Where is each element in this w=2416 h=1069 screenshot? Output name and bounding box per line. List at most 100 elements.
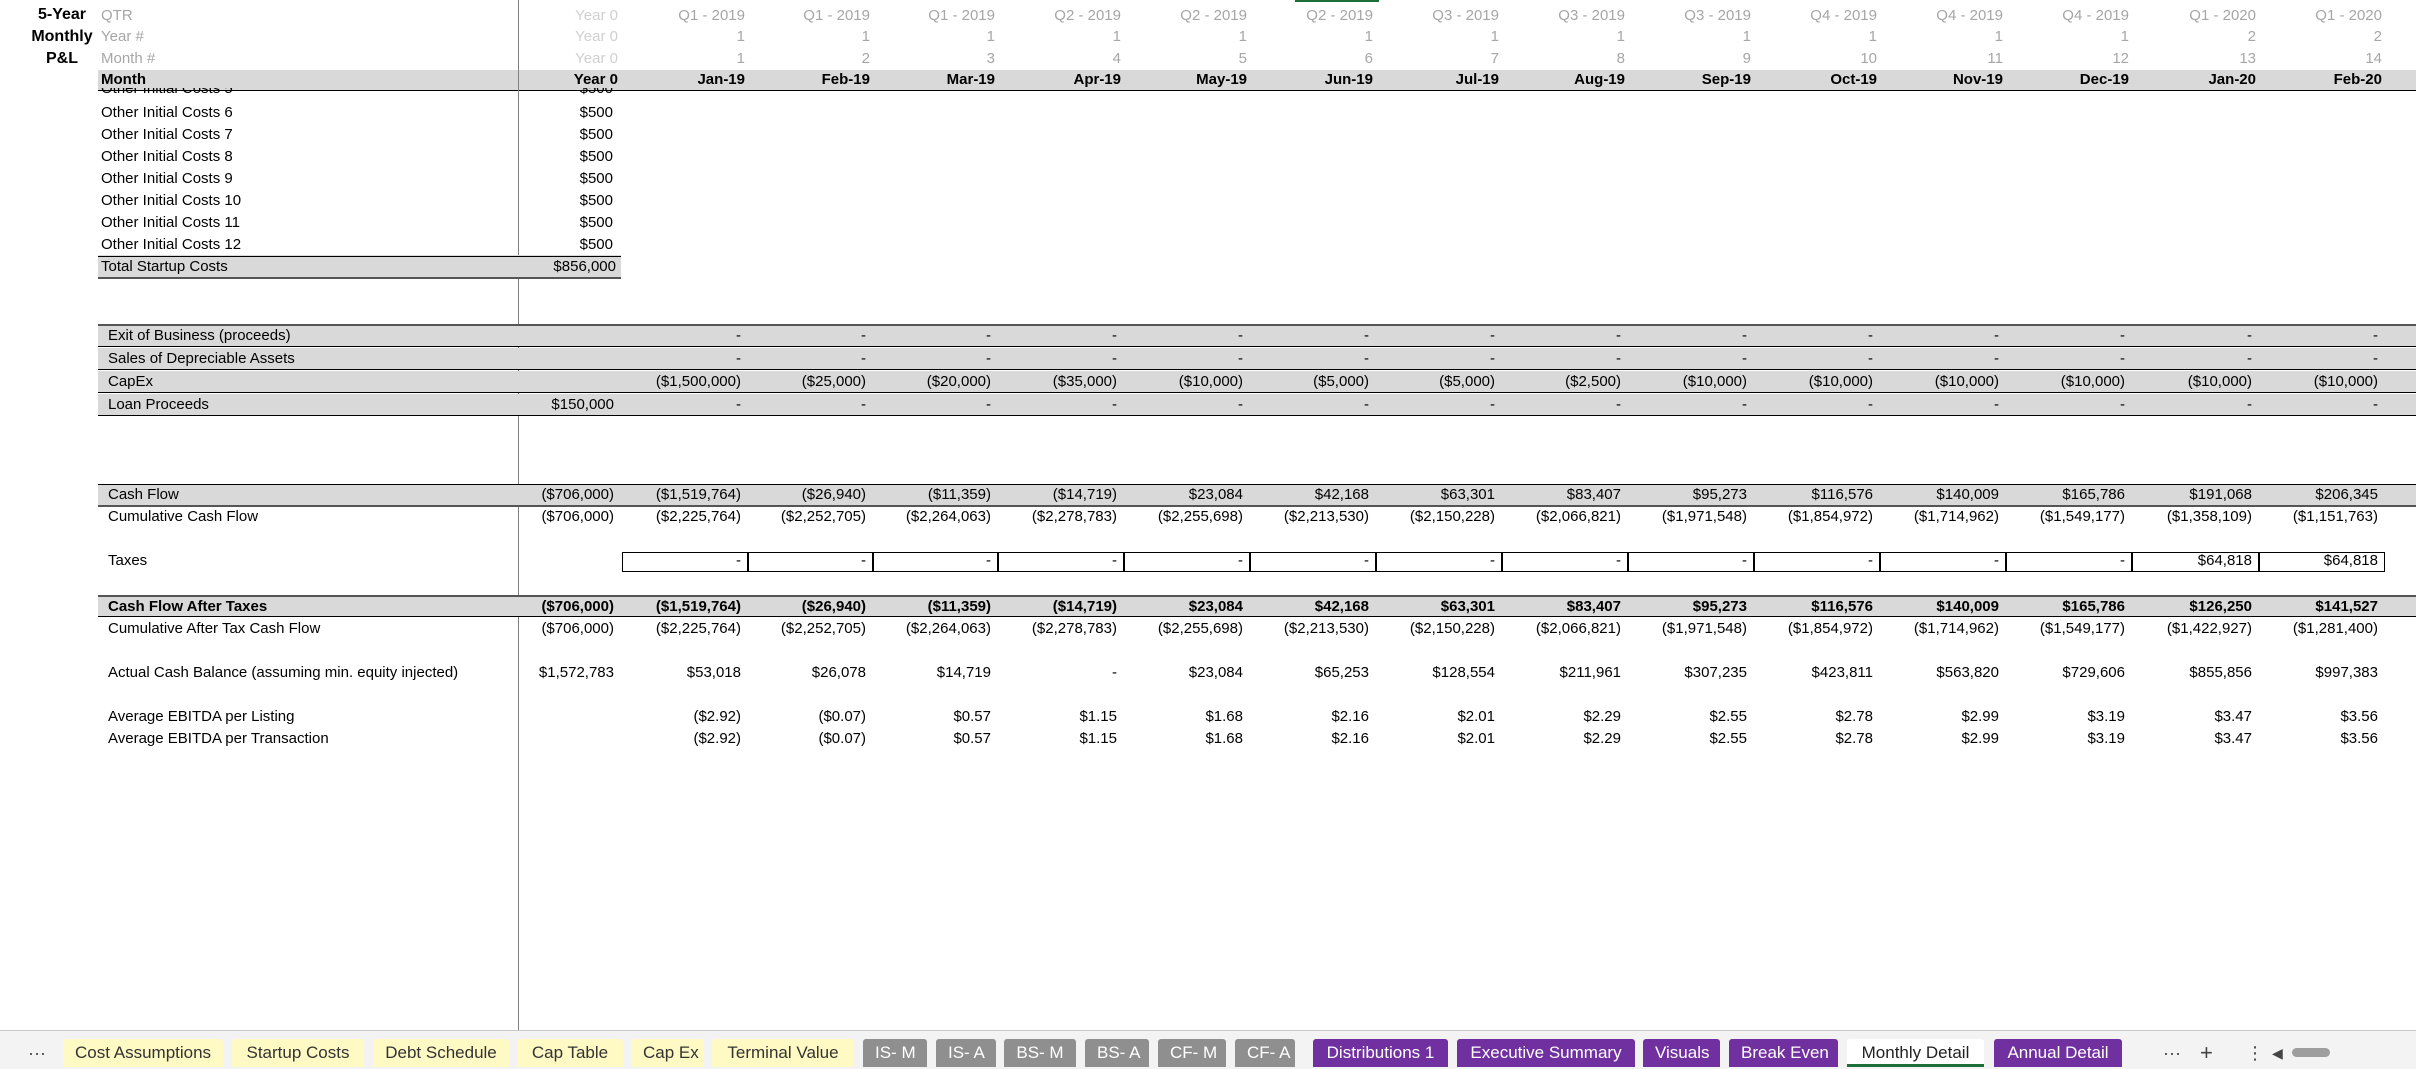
- row-value-cell[interactable]: ($25,000): [744, 373, 866, 391]
- row-value-cell[interactable]: ($10,000): [2130, 373, 2252, 391]
- row-value-cell[interactable]: -: [744, 396, 866, 414]
- row-value-cell[interactable]: $0.57: [869, 730, 991, 748]
- row-value-cell[interactable]: $2.55: [1625, 730, 1747, 748]
- sheet-tab[interactable]: Startup Costs: [232, 1039, 364, 1067]
- row-value-cell[interactable]: ($1,500,000): [619, 373, 741, 391]
- tabs-more-left-button[interactable]: ···: [28, 1039, 46, 1067]
- row-value-cell[interactable]: $191,068: [2130, 486, 2252, 504]
- row-value-cell[interactable]: ($706,000): [492, 508, 614, 526]
- row-value-cell[interactable]: ($2,500): [1499, 373, 1621, 391]
- row-value-cell[interactable]: $95,273: [1625, 486, 1747, 504]
- row-value-cell[interactable]: $53,018: [619, 664, 741, 682]
- row-value-cell[interactable]: $23,084: [1121, 598, 1243, 616]
- sheet-tab[interactable]: Distributions 1: [1313, 1039, 1448, 1067]
- row-value-cell[interactable]: ($1,519,764): [619, 486, 741, 504]
- row-value-cell[interactable]: -: [2003, 327, 2125, 345]
- row-value-cell[interactable]: ($2,278,783): [995, 508, 1117, 526]
- row-value-cell[interactable]: -: [619, 350, 741, 368]
- row-value-cell[interactable]: $2.78: [1751, 730, 1873, 748]
- row-value-cell[interactable]: $2.01: [1373, 708, 1495, 726]
- row-value-cell[interactable]: $211,961: [1499, 664, 1621, 682]
- row-value-cell[interactable]: $116,576: [1751, 486, 1873, 504]
- row-value-cell[interactable]: $729,606: [2003, 664, 2125, 682]
- sheet-tab[interactable]: Visuals: [1643, 1039, 1720, 1067]
- row-value-cell[interactable]: $63,301: [1373, 486, 1495, 504]
- row-value-cell[interactable]: ($1,714,962): [1877, 508, 1999, 526]
- row-value-cell[interactable]: -: [1751, 327, 1873, 345]
- row-value-cell[interactable]: ($1,854,972): [1751, 620, 1873, 638]
- row-value-cell[interactable]: -: [1247, 350, 1369, 368]
- row-value-cell[interactable]: ($2,150,228): [1373, 620, 1495, 638]
- row-value-cell[interactable]: $563,820: [1877, 664, 1999, 682]
- row-value-cell[interactable]: -: [2130, 396, 2252, 414]
- row-value-cell[interactable]: $165,786: [2003, 598, 2125, 616]
- row-value-cell[interactable]: $128,554: [1373, 664, 1495, 682]
- row-value-cell[interactable]: $206,345: [2256, 486, 2378, 504]
- row-value-cell[interactable]: ($2,264,063): [869, 508, 991, 526]
- row-value-cell[interactable]: ($10,000): [1751, 373, 1873, 391]
- sheet-tab[interactable]: Annual Detail: [1994, 1039, 2122, 1067]
- sheet-tab[interactable]: IS- M: [863, 1039, 927, 1067]
- row-value-cell[interactable]: ($10,000): [2003, 373, 2125, 391]
- row-value-cell[interactable]: ($2,066,821): [1499, 620, 1621, 638]
- row-value-cell[interactable]: -: [1121, 350, 1243, 368]
- row-value-cell[interactable]: ($10,000): [1625, 373, 1747, 391]
- row-value-cell[interactable]: ($1,549,177): [2003, 620, 2125, 638]
- row-value-cell[interactable]: -: [2003, 552, 2125, 570]
- row-value-cell[interactable]: ($1,281,400): [2256, 620, 2378, 638]
- row-value-cell[interactable]: ($706,000): [492, 598, 614, 616]
- row-value-cell[interactable]: ($2,255,698): [1121, 508, 1243, 526]
- row-value-cell[interactable]: ($26,940): [744, 486, 866, 504]
- row-value-cell[interactable]: -: [1877, 552, 1999, 570]
- row-value-cell[interactable]: ($5,000): [1373, 373, 1495, 391]
- row-value-cell[interactable]: ($1,971,548): [1625, 620, 1747, 638]
- row-value-cell[interactable]: -: [995, 552, 1117, 570]
- row-value-cell[interactable]: ($1,854,972): [1751, 508, 1873, 526]
- row-value-cell[interactable]: $2.01: [1373, 730, 1495, 748]
- row-value-cell[interactable]: ($35,000): [995, 373, 1117, 391]
- row-value-cell[interactable]: $1.15: [995, 708, 1117, 726]
- row-value-cell[interactable]: $1.68: [1121, 730, 1243, 748]
- row-value-cell[interactable]: -: [1625, 396, 1747, 414]
- sheet-tab[interactable]: Terminal Value: [712, 1039, 854, 1067]
- row-value-cell[interactable]: $83,407: [1499, 486, 1621, 504]
- row-value-cell[interactable]: -: [744, 327, 866, 345]
- row-value-cell[interactable]: -: [1877, 396, 1999, 414]
- sheet-tab[interactable]: Cost Assumptions: [63, 1039, 223, 1067]
- row-value-cell[interactable]: ($1,519,764): [619, 598, 741, 616]
- row-value-cell[interactable]: $3.19: [2003, 730, 2125, 748]
- sheet-tab[interactable]: Monthly Detail: [1847, 1039, 1984, 1067]
- sheet-options-button[interactable]: ⋮: [2246, 1039, 2264, 1067]
- sheet-tab[interactable]: CF- M: [1158, 1039, 1226, 1067]
- row-value-cell[interactable]: ($2,213,530): [1247, 508, 1369, 526]
- row-value-cell[interactable]: -: [869, 327, 991, 345]
- sheet-tab[interactable]: Debt Schedule: [373, 1039, 509, 1067]
- sheet-tab[interactable]: CF- A: [1235, 1039, 1295, 1067]
- row-value-cell[interactable]: $3.47: [2130, 708, 2252, 726]
- row-value-cell[interactable]: $423,811: [1751, 664, 1873, 682]
- tabs-more-right-button[interactable]: ···: [2163, 1039, 2181, 1067]
- row-value-cell[interactable]: -: [1121, 396, 1243, 414]
- row-value-cell[interactable]: -: [995, 664, 1117, 682]
- row-value-cell[interactable]: $2.55: [1625, 708, 1747, 726]
- row-value-cell[interactable]: ($1,422,927): [2130, 620, 2252, 638]
- row-value-cell[interactable]: $0.57: [869, 708, 991, 726]
- row-value-cell[interactable]: ($1,714,962): [1877, 620, 1999, 638]
- row-value-cell[interactable]: -: [2256, 350, 2378, 368]
- row-value-cell[interactable]: $2.16: [1247, 708, 1369, 726]
- row-value-cell[interactable]: $2.99: [1877, 730, 1999, 748]
- row-value-cell[interactable]: $116,576: [1751, 598, 1873, 616]
- row-value-cell[interactable]: $42,168: [1247, 598, 1369, 616]
- row-value-cell[interactable]: -: [1877, 350, 1999, 368]
- row-value-cell[interactable]: ($2.92): [619, 730, 741, 748]
- row-value-cell[interactable]: $2.16: [1247, 730, 1369, 748]
- row-value-cell[interactable]: ($1,549,177): [2003, 508, 2125, 526]
- row-value-cell[interactable]: -: [1877, 327, 1999, 345]
- row-value-cell[interactable]: -: [995, 396, 1117, 414]
- sheet-tab[interactable]: Cap Table: [517, 1039, 623, 1067]
- row-value-cell[interactable]: -: [1499, 396, 1621, 414]
- add-sheet-button[interactable]: +: [2200, 1039, 2213, 1067]
- sheet-tab[interactable]: Executive Summary: [1457, 1039, 1635, 1067]
- row-value-cell[interactable]: $3.56: [2256, 708, 2378, 726]
- row-value-cell[interactable]: $63,301: [1373, 598, 1495, 616]
